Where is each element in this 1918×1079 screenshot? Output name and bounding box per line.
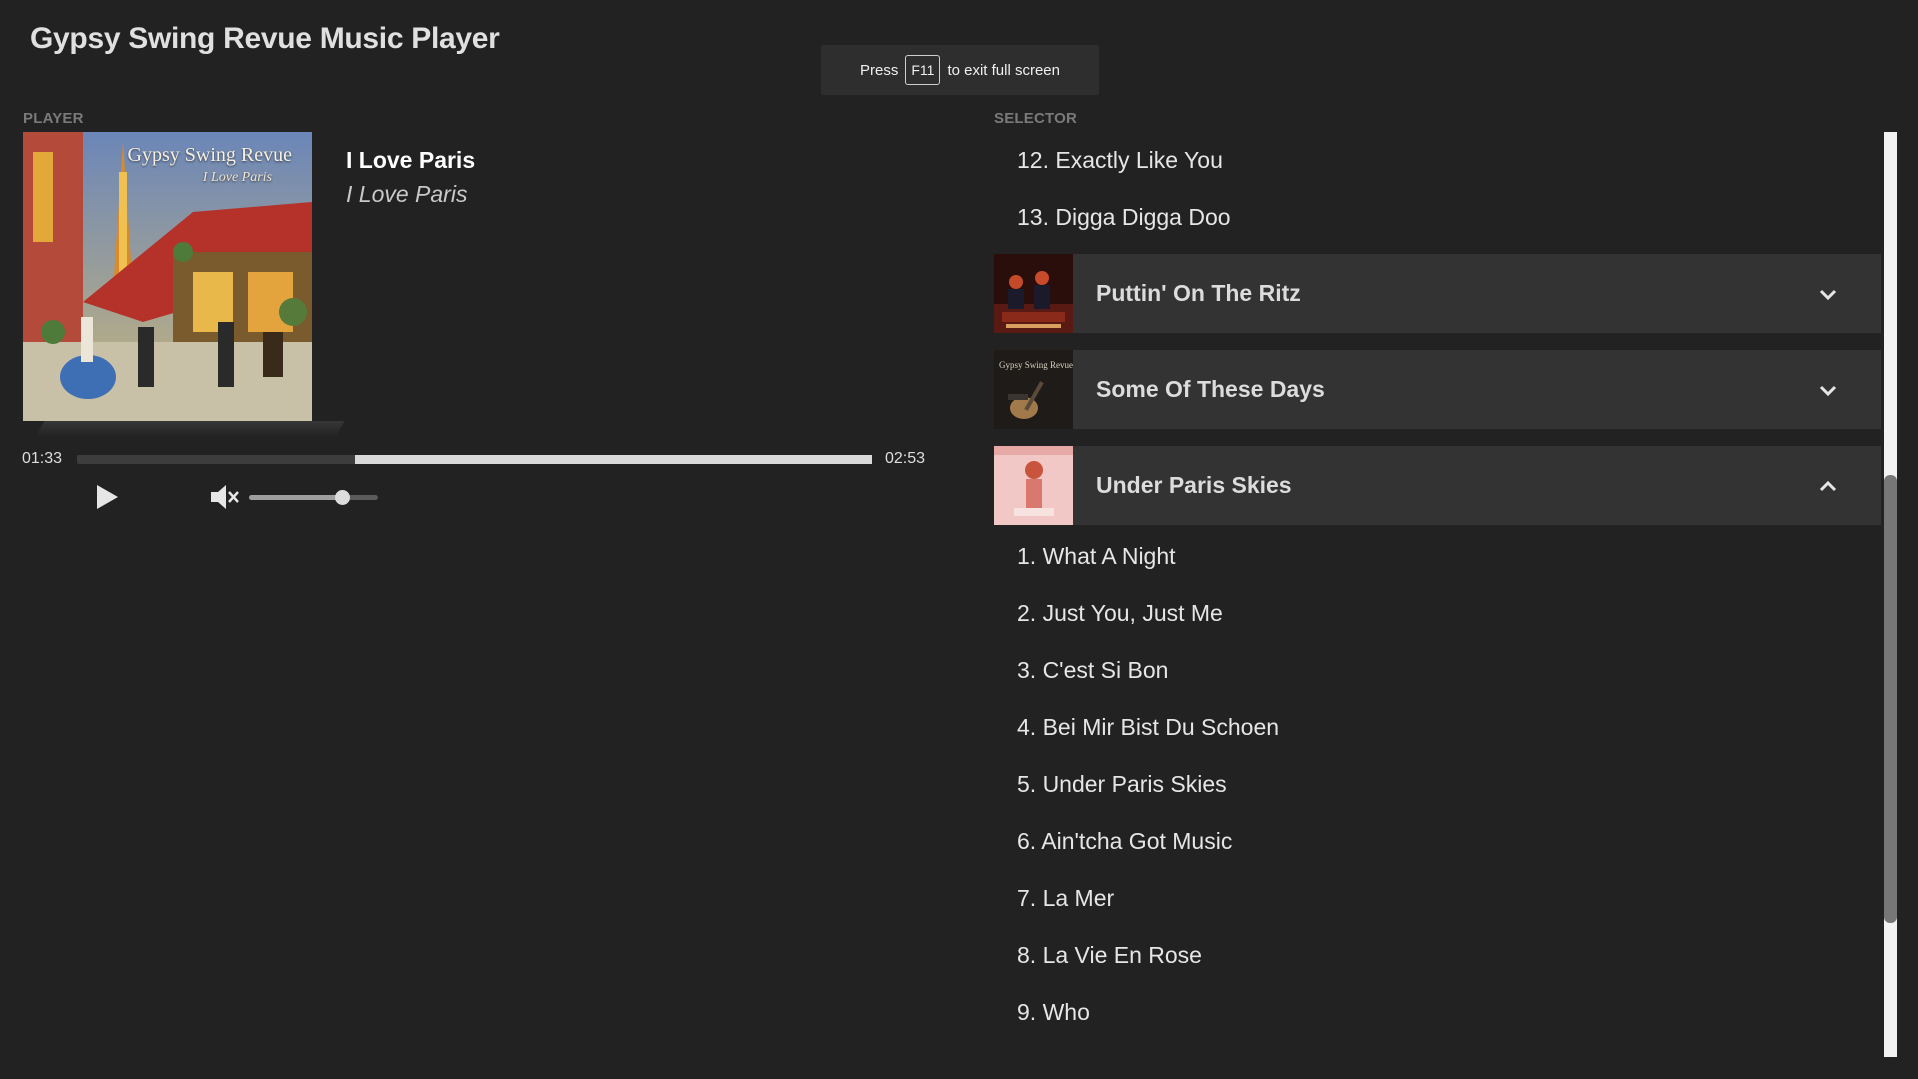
- song-item[interactable]: 4. Bei Mir Bist Du Schoen: [994, 699, 1881, 756]
- album-thumb: [994, 254, 1073, 333]
- song-item[interactable]: 12. Exactly Like You: [994, 132, 1881, 189]
- song-item[interactable]: 8. La Vie En Rose: [994, 927, 1881, 984]
- album-name: Under Paris Skies: [1096, 472, 1292, 498]
- album-thumb: [994, 446, 1073, 525]
- album-row-puttin-on-the-ritz[interactable]: Puttin' On The Ritz: [994, 254, 1881, 333]
- play-icon: [97, 485, 118, 509]
- now-playing-album: I Love Paris: [346, 181, 468, 207]
- selector-scrollbar-thumb[interactable]: [1884, 475, 1897, 923]
- fullscreen-notice-suffix: to exit full screen: [947, 61, 1060, 79]
- volume-slider[interactable]: [249, 490, 378, 505]
- f11-key-badge: F11: [905, 55, 941, 85]
- album-row-some-of-these-days[interactable]: Gypsy Swing Revue Some Of These Days: [994, 350, 1881, 429]
- album-art-subtitle: I Love Paris: [202, 170, 272, 185]
- song-item[interactable]: 9. Who: [994, 984, 1881, 1041]
- album-row-under-paris-skies[interactable]: Under Paris Skies: [994, 446, 1881, 525]
- fullscreen-notice-prefix: Press: [860, 61, 899, 79]
- player-section-label: PLAYER: [23, 110, 84, 127]
- chevron-up-icon: [1819, 480, 1837, 492]
- selector-section-label: SELECTOR: [994, 110, 1078, 127]
- progress-bar[interactable]: [77, 455, 872, 464]
- time-total: 02:53: [885, 450, 926, 467]
- song-item[interactable]: 13. Digga Digga Doo: [994, 189, 1881, 246]
- album-name: Some Of These Days: [1096, 376, 1325, 402]
- volume-level: [249, 495, 342, 500]
- play-button[interactable]: [92, 482, 122, 512]
- song-item[interactable]: 1. What A Night: [994, 528, 1881, 585]
- song-item[interactable]: 3. C'est Si Bon: [994, 642, 1881, 699]
- song-item[interactable]: 2. Just You, Just Me: [994, 585, 1881, 642]
- fullscreen-notice: Press F11 to exit full screen: [821, 45, 1099, 95]
- album-art-title: Gypsy Swing Revue: [127, 144, 292, 166]
- album-name: Puttin' On The Ritz: [1096, 280, 1301, 306]
- now-playing-title: I Love Paris: [346, 147, 476, 173]
- song-item[interactable]: 6. Ain'tcha Got Music: [994, 813, 1881, 870]
- album-art-reflection: [35, 421, 345, 437]
- progress-buffered: [355, 455, 872, 464]
- volume-thumb[interactable]: [334, 490, 350, 505]
- time-elapsed: 01:33: [22, 450, 63, 467]
- selector-list: 12. Exactly Like You 13. Digga Digga Doo…: [994, 132, 1881, 1057]
- song-item[interactable]: 5. Under Paris Skies: [994, 756, 1881, 813]
- svg-text:Gypsy Swing Revue: Gypsy Swing Revue: [999, 360, 1073, 370]
- chevron-down-icon: [1819, 385, 1837, 397]
- song-item[interactable]: 7. La Mer: [994, 870, 1881, 927]
- album-art: Gypsy Swing Revue I Love Paris: [23, 132, 312, 421]
- app-title: Gypsy Swing Revue Music Player: [30, 22, 500, 55]
- mute-button[interactable]: [208, 481, 240, 513]
- chevron-down-icon: [1819, 289, 1837, 301]
- album-thumb: Gypsy Swing Revue: [994, 350, 1073, 429]
- volume-muted-icon: [211, 485, 239, 509]
